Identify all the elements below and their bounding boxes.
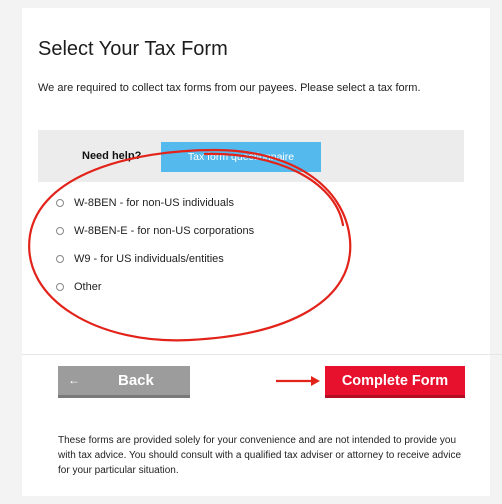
radio-other[interactable] — [56, 283, 64, 291]
radio-w8ben[interactable] — [56, 199, 64, 207]
option-label: W-8BEN-E - for non-US corporations — [74, 225, 255, 237]
radio-w8ben-e[interactable] — [56, 227, 64, 235]
help-label: Need help? — [82, 150, 142, 162]
arrow-left-icon: ← — [68, 373, 80, 387]
option-label: Other — [74, 281, 102, 293]
page-background: Select Your Tax Form We are required to … — [0, 0, 502, 504]
intro-text: We are required to collect tax forms fro… — [38, 82, 421, 94]
option-w8ben-e[interactable]: W-8BEN-E - for non-US corporations — [56, 224, 254, 238]
disclaimer-text: These forms are provided solely for your… — [58, 435, 462, 476]
help-bar: Need help? Tax form questionnaire — [38, 130, 464, 182]
option-w8ben[interactable]: W-8BEN - for non-US individuals — [56, 196, 254, 210]
page-title: Select Your Tax Form — [38, 38, 228, 60]
radio-w9[interactable] — [56, 255, 64, 263]
tax-form-questionnaire-button[interactable]: Tax form questionnaire — [161, 142, 321, 172]
back-label: Back — [118, 372, 154, 389]
option-w9[interactable]: W9 - for US individuals/entities — [56, 252, 254, 266]
option-label: W-8BEN - for non-US individuals — [74, 197, 234, 209]
divider — [22, 354, 502, 355]
back-button[interactable]: ← Back — [58, 366, 190, 398]
complete-form-button[interactable]: Complete Form — [325, 366, 465, 398]
option-label: W9 - for US individuals/entities — [74, 253, 224, 265]
tax-form-options: W-8BEN - for non-US individuals W-8BEN-E… — [56, 196, 254, 308]
option-other[interactable]: Other — [56, 280, 254, 294]
